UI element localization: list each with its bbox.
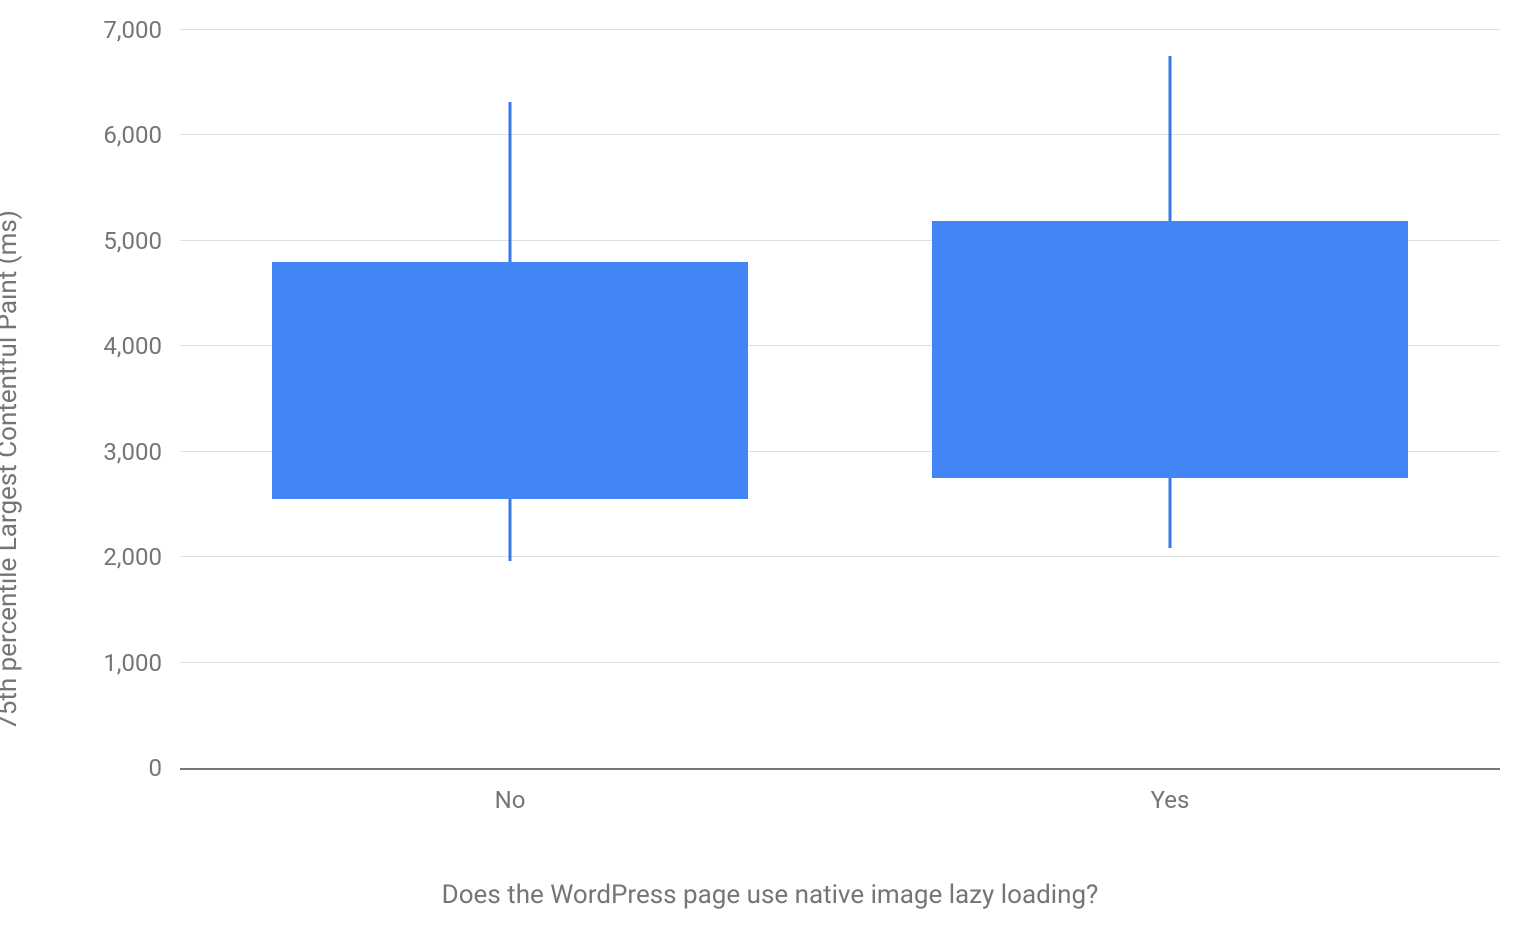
x-axis-title: Does the WordPress page use native image… [0, 880, 1540, 910]
y-tick-label: 2,000 [103, 543, 180, 571]
y-tick-label: 5,000 [103, 227, 180, 255]
y-tick-label: 7,000 [103, 16, 180, 44]
y-axis-title: 75th percentile Largest Contentful Paint… [0, 120, 23, 820]
y-tick-label: 4,000 [103, 332, 180, 360]
y-tick-label: 6,000 [103, 121, 180, 149]
iqr-box [932, 221, 1407, 478]
plot-area: NoYes 01,0002,0003,0004,0005,0006,0007,0… [180, 30, 1500, 770]
y-tick-label: 3,000 [103, 438, 180, 466]
iqr-box [272, 262, 747, 499]
chart-container: 75th percentile Largest Contentful Paint… [0, 0, 1540, 940]
y-tick-label: 0 [149, 754, 181, 782]
y-tick-label: 1,000 [103, 649, 180, 677]
box-group-no [272, 30, 747, 768]
x-tick-label: Yes [1151, 768, 1190, 814]
box-group-yes [932, 30, 1407, 768]
x-tick-label: No [495, 768, 526, 814]
